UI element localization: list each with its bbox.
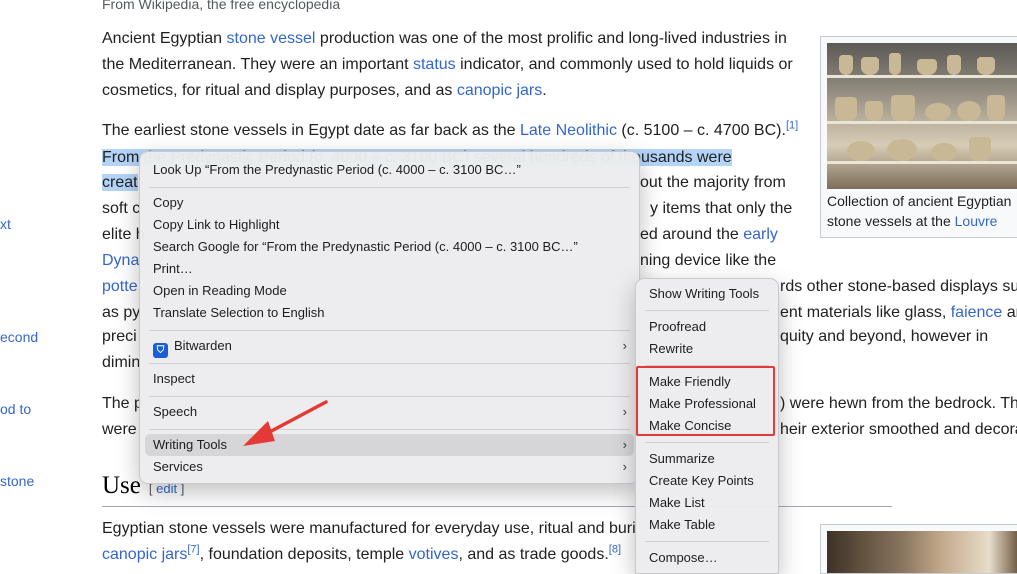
annotation-arrow [243, 400, 328, 446]
